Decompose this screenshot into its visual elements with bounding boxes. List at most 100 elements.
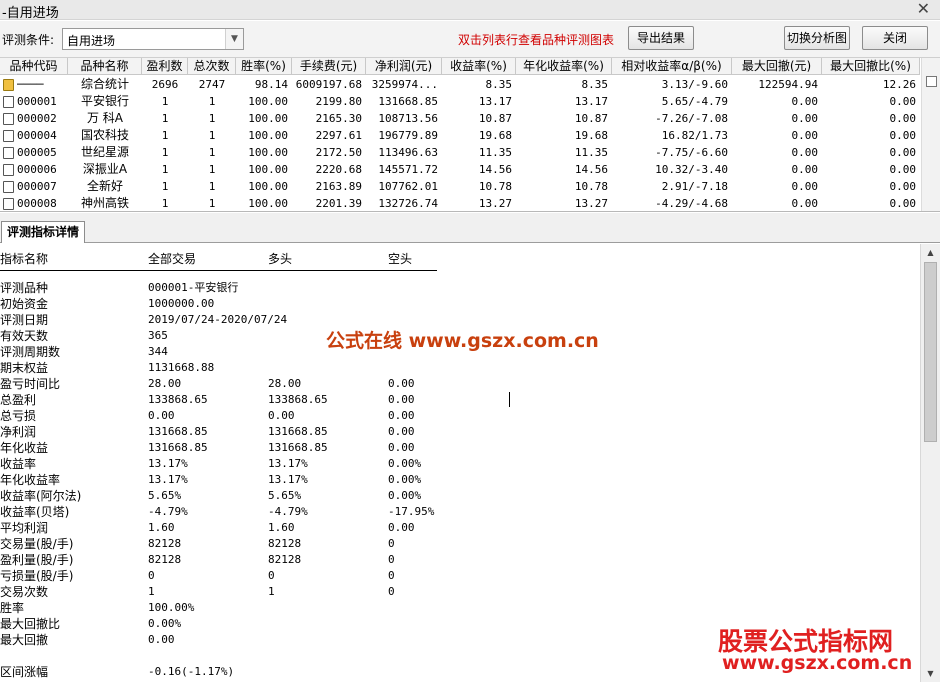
detail-row: 收益率 13.17% 13.17% 0.00% bbox=[0, 456, 920, 472]
tab-detail-indicators[interactable]: 评测指标详情 bbox=[1, 221, 85, 243]
table-header: 品种代码 品种名称 盈利数 总次数 胜率(%) 手续费(元) 净利润(元) 收益率(%) 年化收… bbox=[0, 58, 920, 75]
scroll-up-icon[interactable]: ▲ bbox=[921, 244, 940, 261]
detail-value-short: 0 bbox=[388, 537, 395, 550]
table-row[interactable]: ──── 综合统计 2696 2747 98.14 6009197.68 3259974..… bbox=[0, 76, 920, 93]
table-row[interactable]: 000006 深振业A 1 1 100.00 2220.68 145571.72 14.56 1… bbox=[0, 161, 920, 178]
column-header-total[interactable]: 总次数 bbox=[188, 58, 236, 75]
detail-value-short: 0 bbox=[388, 553, 395, 566]
table-row[interactable]: 000005 世纪星源 1 1 100.00 2172.50 113496.63 11.35 1… bbox=[0, 144, 920, 161]
detail-label: 收益率(阿尔法) bbox=[0, 489, 82, 503]
detail-value-long: 13.17% bbox=[268, 473, 308, 486]
condition-select[interactable]: 自用进场 ▼ bbox=[62, 28, 244, 50]
cell-total: 1 bbox=[208, 112, 216, 125]
column-header-net[interactable]: 净利润(元) bbox=[366, 58, 442, 75]
detail-value-all: 1000000.00 bbox=[148, 297, 215, 310]
column-header-fee[interactable]: 手续费(元) bbox=[292, 58, 366, 75]
detail-value-all: 1 bbox=[148, 585, 155, 598]
cell-maxdd: 0.00 bbox=[791, 180, 819, 193]
detail-scrollbar[interactable]: ▲ ▼ bbox=[920, 244, 940, 682]
cell-name: 国农科技 bbox=[80, 128, 129, 142]
detail-label: 交易量(股/手) bbox=[0, 537, 74, 551]
detail-label: 总亏损 bbox=[0, 409, 37, 423]
cell-ret: 10.87 bbox=[478, 112, 512, 125]
cell-net: 3259974... bbox=[371, 78, 438, 91]
cell-profit: 1 bbox=[161, 95, 169, 108]
detail-value-short: -17.95% bbox=[388, 505, 435, 518]
detail-value-short: 0.00 bbox=[388, 521, 415, 534]
cell-net: 107762.01 bbox=[378, 180, 438, 193]
cell-ret: 14.56 bbox=[478, 163, 512, 176]
table-row[interactable]: 000001 平安银行 1 1 100.00 2199.80 131668.85 13.17 1… bbox=[0, 93, 920, 110]
detail-value-short: 0.00 bbox=[388, 409, 415, 422]
detail-value-all: 28.00 bbox=[148, 377, 182, 390]
detail-value-long: 28.00 bbox=[268, 377, 302, 390]
cell-total: 2747 bbox=[198, 78, 226, 91]
detail-value-all: 0.00 bbox=[148, 633, 175, 646]
cell-ret: 10.78 bbox=[478, 180, 512, 193]
cell-code: 000006 bbox=[17, 163, 57, 176]
cell-ret: 11.35 bbox=[478, 146, 512, 159]
cell-code: 000007 bbox=[17, 180, 57, 193]
cell-maxddr: 0.00 bbox=[889, 129, 917, 142]
column-header-code[interactable]: 品种代码 bbox=[0, 58, 68, 75]
cell-code: ──── bbox=[17, 78, 44, 91]
results-table: 品种代码 品种名称 盈利数 总次数 胜率(%) 手续费(元) 净利润(元) 收益率(%) 年化收… bbox=[0, 57, 940, 212]
close-button[interactable]: 关闭 bbox=[862, 26, 928, 50]
table-scrollbar[interactable] bbox=[921, 58, 940, 211]
column-header-ret[interactable]: 收益率(%) bbox=[442, 58, 516, 75]
table-row[interactable]: 000002 万 科A 1 1 100.00 2165.30 108713.56 10.87 1… bbox=[0, 110, 920, 127]
cell-fee: 2199.80 bbox=[315, 95, 362, 108]
cell-net: 113496.63 bbox=[378, 146, 438, 159]
detail-row: 期末权益 1131668.88 bbox=[0, 360, 920, 376]
detail-row: 评测品种 000001-平安银行 bbox=[0, 280, 920, 296]
cell-maxdd: 0.00 bbox=[791, 163, 819, 176]
detail-row: 盈利量(股/手) 82128 82128 0 bbox=[0, 552, 920, 568]
detail-label: 期末权益 bbox=[0, 361, 49, 375]
chevron-down-icon[interactable]: ▼ bbox=[225, 29, 243, 49]
cell-ret: 8.35 bbox=[485, 78, 513, 91]
column-header-name[interactable]: 品种名称 bbox=[68, 58, 142, 75]
detail-label: 平均利润 bbox=[0, 521, 49, 535]
cell-fee: 2220.68 bbox=[315, 163, 362, 176]
cell-total: 1 bbox=[208, 197, 216, 210]
column-header-rel[interactable]: 相对收益率α/β(%) bbox=[612, 58, 732, 75]
detail-row: 总亏损 0.00 0.00 0.00 bbox=[0, 408, 920, 424]
document-icon bbox=[3, 181, 14, 193]
cell-annual: 13.17 bbox=[574, 95, 608, 108]
cell-annual: 14.56 bbox=[574, 163, 608, 176]
table-row[interactable]: 000008 神州高铁 1 1 100.00 2201.39 132726.74 13.27 1… bbox=[0, 195, 920, 211]
detail-header-name: 指标名称 bbox=[0, 252, 49, 266]
column-header-annual[interactable]: 年化收益率(%) bbox=[516, 58, 612, 75]
column-header-profit[interactable]: 盈利数 bbox=[142, 58, 188, 75]
detail-value-long: 131668.85 bbox=[268, 441, 328, 454]
detail-value-all: 1131668.88 bbox=[148, 361, 215, 374]
column-header-winrate[interactable]: 胜率(%) bbox=[236, 58, 292, 75]
scroll-down-icon[interactable]: ▼ bbox=[921, 665, 940, 682]
table-row[interactable]: 000007 全新好 1 1 100.00 2163.89 107762.01 10.78 10… bbox=[0, 178, 920, 195]
detail-value-long: 133868.65 bbox=[268, 393, 328, 406]
detail-row: 盈亏时间比 28.00 28.00 0.00 bbox=[0, 376, 920, 392]
export-button[interactable]: 导出结果 bbox=[628, 26, 694, 50]
column-header-maxddr[interactable]: 最大回撤比(%) bbox=[822, 58, 920, 75]
column-header-maxdd[interactable]: 最大回撤(元) bbox=[732, 58, 822, 75]
detail-row: 交易次数 1 1 0 bbox=[0, 584, 920, 600]
detail-value-all: 0.00% bbox=[148, 617, 182, 630]
detail-value-all: 131668.85 bbox=[148, 425, 208, 438]
scrollbar-thumb[interactable] bbox=[924, 262, 937, 442]
cell-net: 196779.89 bbox=[378, 129, 438, 142]
cell-profit: 1 bbox=[161, 112, 169, 125]
switch-chart-button[interactable]: 切换分析图 bbox=[784, 26, 850, 50]
cell-name: 世纪星源 bbox=[80, 145, 129, 159]
detail-tab-bar: 评测指标详情 bbox=[0, 213, 940, 243]
title-bar: -自用进场 ✕ bbox=[0, 0, 940, 21]
scrollbar-box[interactable] bbox=[926, 76, 937, 87]
detail-label: 区间涨幅 bbox=[0, 665, 49, 679]
watermark-center: 公式在线 www.gszx.com.cn bbox=[326, 330, 599, 352]
cell-maxddr: 0.00 bbox=[889, 112, 917, 125]
cell-winrate: 100.00 bbox=[248, 180, 288, 193]
cell-net: 131668.85 bbox=[378, 95, 438, 108]
close-icon[interactable]: ✕ bbox=[917, 0, 930, 18]
detail-value-short: 0.00% bbox=[388, 473, 422, 486]
table-row[interactable]: 000004 国农科技 1 1 100.00 2297.61 196779.89 19.68 1… bbox=[0, 127, 920, 144]
detail-label: 有效天数 bbox=[0, 329, 49, 343]
